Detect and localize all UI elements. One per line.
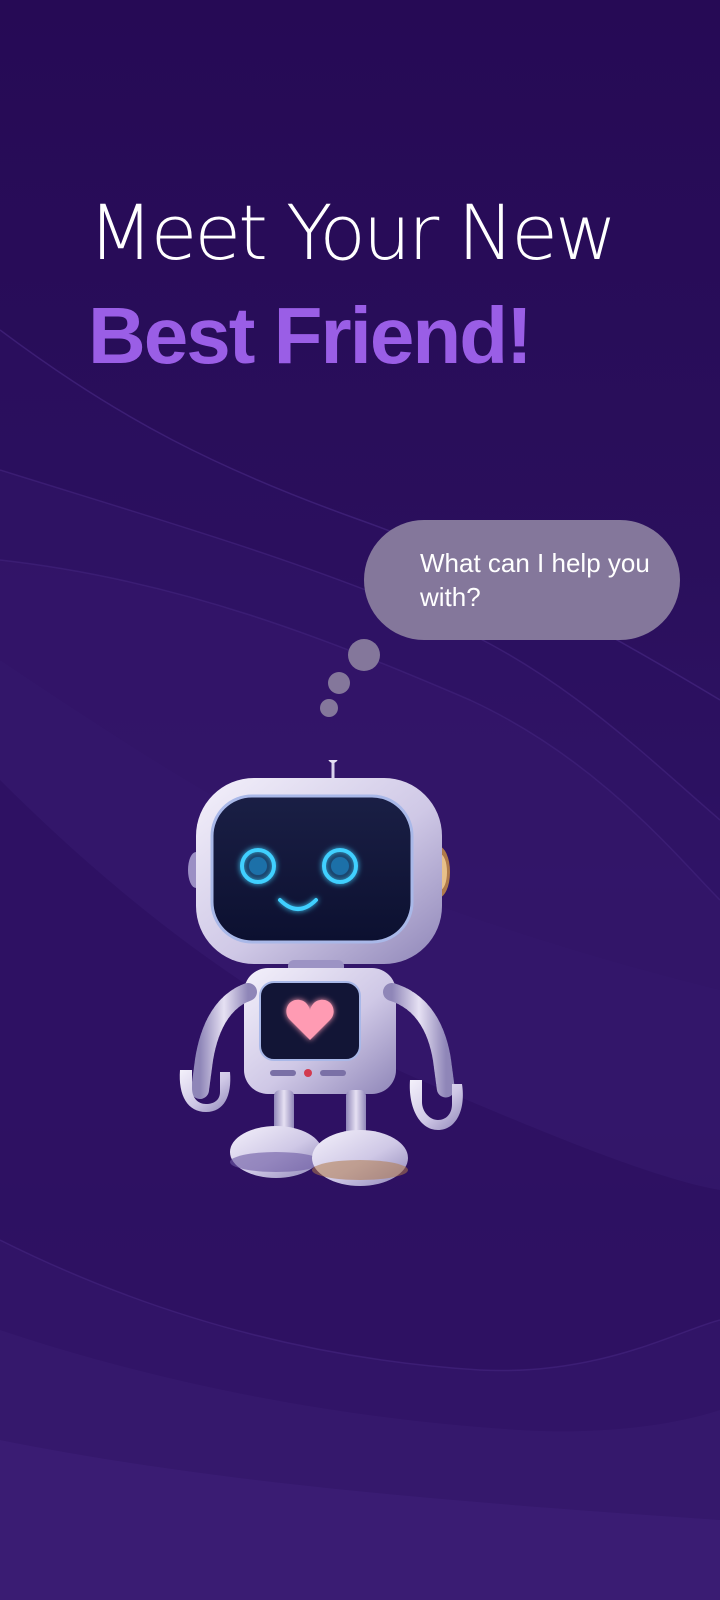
onboarding-screen: Meet Your New Best Friend! What can I he… [0,0,720,1600]
thought-dot-medium [328,672,350,694]
headline-line-1: Meet Your New [88,188,617,277]
headline: Meet Your New Best Friend! [88,190,688,384]
speech-bubble: What can I help you with? [364,520,680,640]
thought-dot-large [348,639,380,671]
headline-line-2: Best Friend! [88,291,533,380]
speech-bubble-text: What can I help you with? [420,548,650,612]
robot-mascot-icon [179,760,463,1186]
thought-dot-small [320,699,338,717]
